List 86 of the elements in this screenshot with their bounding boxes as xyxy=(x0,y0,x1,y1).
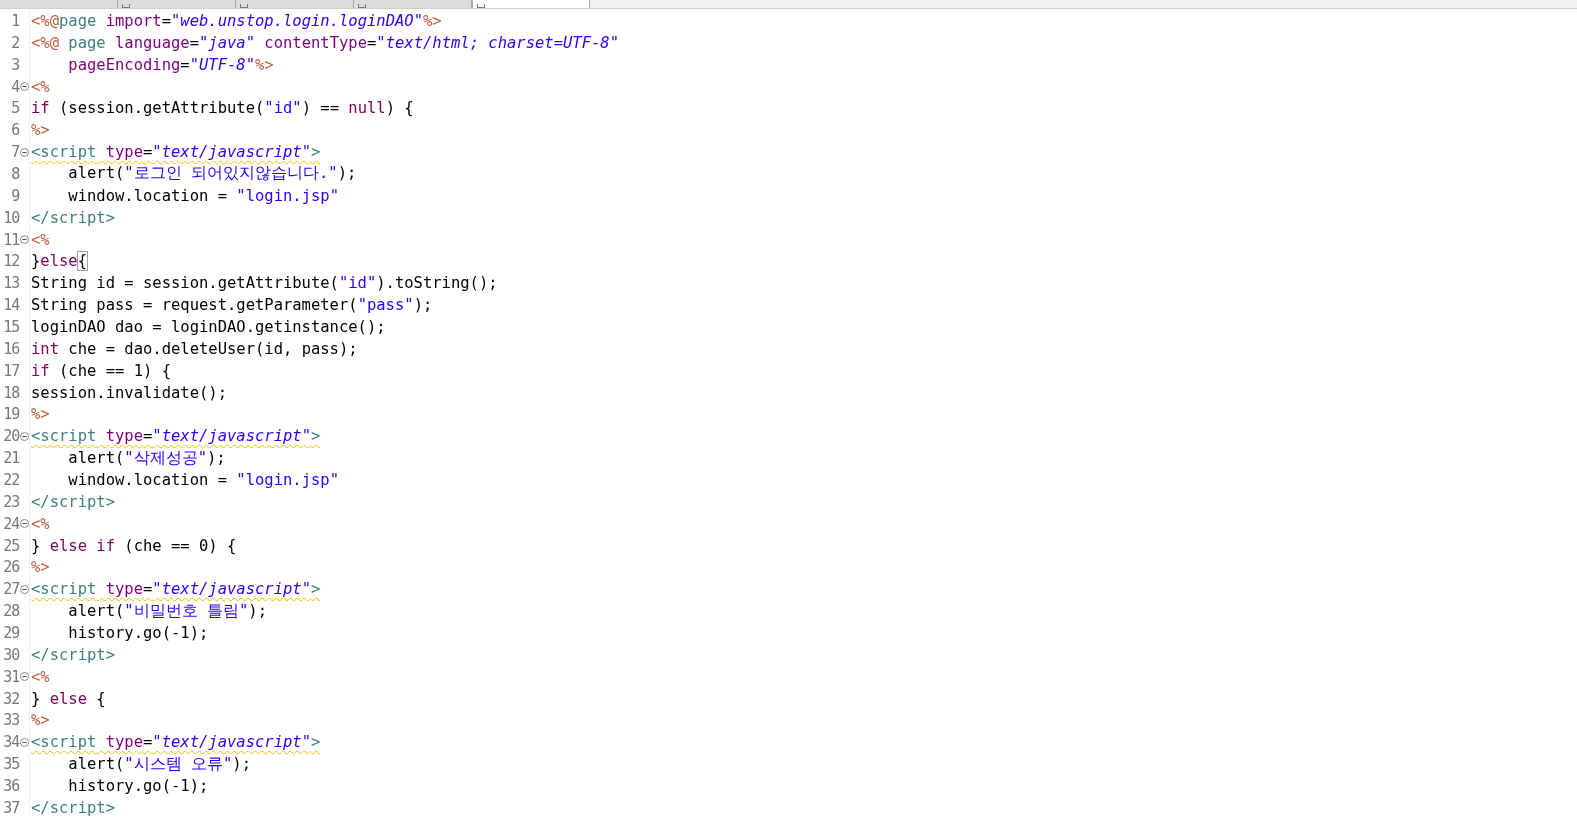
code-line: <script type="text/javascript"> xyxy=(30,733,321,752)
line-number: 3 xyxy=(10,55,20,74)
code-line: <% xyxy=(30,514,50,533)
line-number: 6 xyxy=(10,121,20,140)
file-icon xyxy=(240,4,248,8)
code-line: %> xyxy=(30,405,50,424)
line-number: 15 xyxy=(2,317,20,336)
line-number: 20 xyxy=(2,427,20,446)
line-number: 32 xyxy=(2,689,20,708)
collapse-icon[interactable] xyxy=(19,235,29,244)
line-number: 17 xyxy=(2,361,20,380)
line-number: 10 xyxy=(2,208,20,227)
line-number: 33 xyxy=(2,711,20,730)
code-line: window.location = "login.jsp" xyxy=(67,470,339,489)
code-line: <%@ page language="java" contentType="text/html; charset=UTF-8" xyxy=(30,33,619,52)
code-line: </script> xyxy=(30,492,115,511)
collapse-icon[interactable] xyxy=(19,82,29,91)
code-line: alert("삭제성공"); xyxy=(67,447,226,469)
code-line: int che = dao.deleteUser(id, pass); xyxy=(30,339,358,358)
line-number: 26 xyxy=(2,558,20,577)
line-number: 14 xyxy=(2,296,20,315)
code-line: pageEncoding="UTF-8"%> xyxy=(67,55,274,74)
code-line: %> xyxy=(30,558,50,577)
line-number: 7 xyxy=(10,143,20,162)
line-number: 24 xyxy=(2,514,20,533)
line-number: 12 xyxy=(2,252,20,271)
code-line: <script type="text/javascript"> xyxy=(30,143,321,162)
line-number: 25 xyxy=(2,536,20,555)
code-line: <script type="text/javascript"> xyxy=(30,427,321,446)
code-line: %> xyxy=(30,121,50,140)
code-line: </script> xyxy=(30,798,115,817)
line-number: 19 xyxy=(2,405,20,424)
line-number: 30 xyxy=(2,645,20,664)
code-line: <script type="text/javascript"> xyxy=(30,580,321,599)
code-line: if (che == 1) { xyxy=(30,361,171,380)
code-line: session.invalidate(); xyxy=(30,383,227,402)
line-number: 28 xyxy=(2,602,20,621)
code-line: history.go(-1); xyxy=(67,777,209,795)
line-number: 11 xyxy=(2,230,20,249)
line-number: 23 xyxy=(2,492,20,511)
code-line: history.go(-1); xyxy=(67,624,209,642)
file-icon xyxy=(358,4,366,8)
code-line: }else{ xyxy=(30,252,87,271)
line-number: 27 xyxy=(2,580,20,599)
code-line: if (session.getAttribute("id") == null) { xyxy=(30,99,414,118)
code-line: </script> xyxy=(30,645,115,664)
collapse-icon[interactable] xyxy=(19,431,29,441)
line-number: 8 xyxy=(10,164,20,183)
code-line: <% xyxy=(30,230,50,249)
code-line: <% xyxy=(30,77,50,96)
line-number: 9 xyxy=(10,186,20,205)
line-number: 1 xyxy=(10,11,20,30)
line-number: 2 xyxy=(10,33,20,52)
code-line: } else if (che == 0) { xyxy=(30,536,237,555)
line-number: 21 xyxy=(2,449,20,468)
code-line: alert("로그인 되어있지않습니다."); xyxy=(67,163,357,185)
collapse-icon[interactable] xyxy=(19,672,29,682)
collapse-icon[interactable] xyxy=(19,147,29,157)
line-number: 16 xyxy=(2,339,20,358)
line-number: 31 xyxy=(2,667,20,686)
code-line: %> xyxy=(30,711,50,730)
code-line: String id = session.getAttribute("id").toString(); xyxy=(30,274,498,293)
code-line: alert("비밀번호 틀림"); xyxy=(67,600,267,622)
line-number: 37 xyxy=(2,798,20,817)
code-line: } else { xyxy=(30,689,106,708)
line-number: 18 xyxy=(2,383,20,402)
collapse-icon[interactable] xyxy=(19,584,29,594)
collapse-icon[interactable] xyxy=(19,737,29,747)
collapse-icon[interactable] xyxy=(19,519,29,529)
file-icon xyxy=(122,4,130,8)
code-line: window.location = "login.jsp" xyxy=(67,186,339,205)
code-line: </script> xyxy=(30,208,115,227)
line-number: 5 xyxy=(10,99,20,118)
code-line: String pass = request.getParameter("pass"); xyxy=(30,296,433,315)
line-number: 35 xyxy=(2,755,20,774)
line-number: 22 xyxy=(2,470,20,489)
code-line: <%@page import="web.unstop.login.loginDAO"%> xyxy=(30,11,442,30)
code-line: alert("시스템 오류"); xyxy=(67,753,251,775)
line-number: 13 xyxy=(2,274,20,293)
line-number: 34 xyxy=(2,733,20,752)
line-number: 29 xyxy=(2,624,20,642)
line-number: 4 xyxy=(10,77,20,96)
line-number: 36 xyxy=(2,777,20,795)
file-icon xyxy=(477,4,485,8)
code-line: <% xyxy=(30,667,50,686)
code-line: loginDAO dao = loginDAO.getinstance(); xyxy=(30,317,386,336)
